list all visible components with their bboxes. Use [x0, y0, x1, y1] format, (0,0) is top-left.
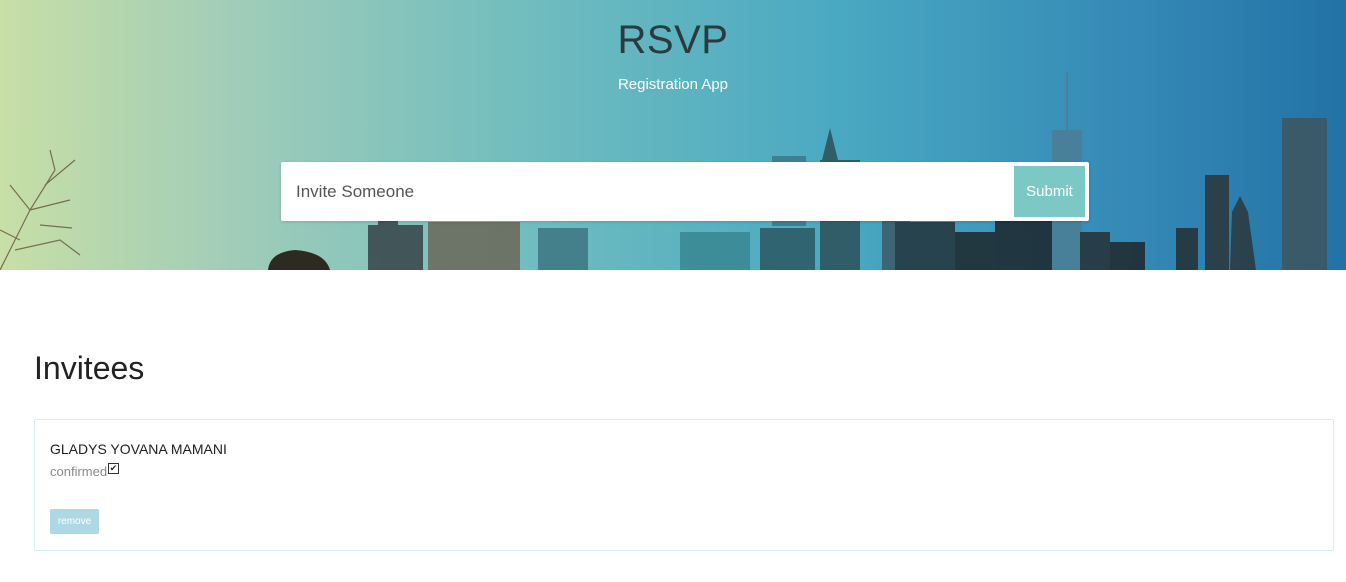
app-subtitle: Registration App	[617, 76, 729, 93]
confirmed-label: confirmed	[50, 464, 108, 479]
invitee-name: GLADYS YOVANA MAMANI	[50, 441, 227, 457]
invitees-heading: Invitees	[34, 350, 145, 386]
invite-input[interactable]	[281, 162, 1001, 221]
invite-form: Submit	[281, 162, 1089, 221]
header-banner: RSVP Registration App Submit	[0, 0, 1346, 270]
confirmed-checkbox[interactable]: ✔	[108, 463, 120, 474]
app-title: RSVP	[617, 18, 729, 62]
submit-button[interactable]: Submit	[1014, 166, 1085, 217]
remove-button[interactable]: remove	[50, 509, 99, 534]
confirmed-row: confirmed ✔	[50, 463, 120, 479]
invitee-card: GLADYS YOVANA MAMANI confirmed ✔ remove	[34, 419, 1334, 551]
